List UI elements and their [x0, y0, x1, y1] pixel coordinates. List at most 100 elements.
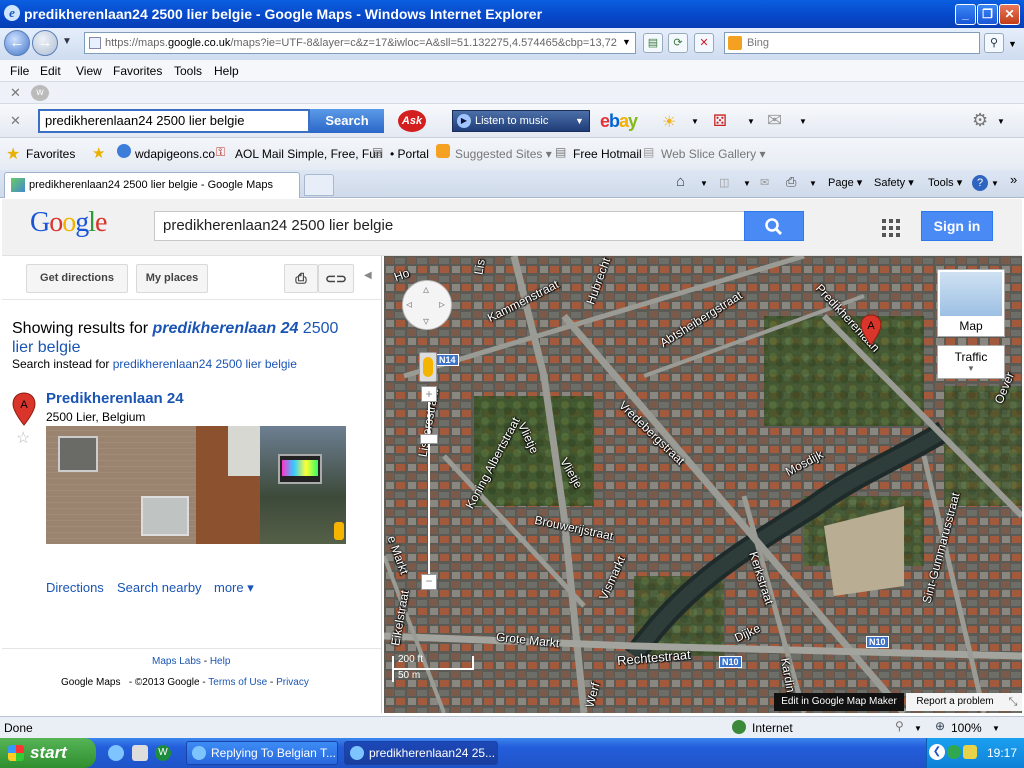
edit-in-map-maker-link[interactable]: Edit in Google Map Maker: [774, 693, 904, 711]
menu-edit[interactable]: Edit: [40, 64, 61, 78]
zoom-dropdown-icon[interactable]: ▼: [992, 724, 1000, 733]
close-ask-toolbar-icon[interactable]: ✕: [10, 113, 21, 129]
print-dropdown-icon[interactable]: ▼: [809, 179, 817, 188]
quicklaunch-wordpress-icon[interactable]: W: [155, 745, 171, 761]
traffic-button[interactable]: Traffic ▼: [937, 345, 1005, 379]
save-star-icon[interactable]: ☆: [16, 428, 30, 448]
protected-mode-dropdown-icon[interactable]: ▼: [914, 724, 922, 733]
google-logo[interactable]: Google: [30, 207, 107, 239]
ask-logo-icon[interactable]: Ask: [398, 110, 426, 132]
feeds-icon[interactable]: ◫: [719, 176, 729, 189]
zoom-icon[interactable]: ⊕: [935, 719, 945, 733]
print-icon[interactable]: ⎙: [786, 174, 796, 190]
menu-favorites[interactable]: Favorites: [113, 64, 162, 78]
maps-labs-link[interactable]: Maps Labs: [152, 656, 201, 667]
games-dice-icon[interactable]: ⚄: [713, 111, 727, 131]
help-icon[interactable]: ?: [972, 175, 988, 191]
forward-button[interactable]: →: [32, 30, 58, 56]
fav-wdapigeons[interactable]: wdapigeons.co: [135, 147, 215, 161]
back-button[interactable]: ←: [4, 30, 30, 56]
tray-network-icon[interactable]: [947, 745, 961, 759]
pan-control[interactable]: ▵ ▿ ◃ ▹: [402, 280, 452, 330]
games-dropdown-icon[interactable]: ▼: [747, 117, 755, 126]
menu-view[interactable]: View: [76, 64, 102, 78]
result-title[interactable]: Predikherenlaan 24: [46, 390, 184, 407]
home-icon[interactable]: ⌂: [676, 173, 685, 190]
print-button[interactable]: ⎙: [284, 264, 318, 293]
sign-in-button[interactable]: Sign in: [921, 211, 993, 241]
mail-icon[interactable]: ✉: [767, 110, 782, 131]
zoom-out-button[interactable]: −: [421, 574, 437, 590]
ask-search-button[interactable]: Search: [310, 109, 384, 133]
close-toolbar-icon[interactable]: ✕: [10, 85, 21, 101]
ebay-button[interactable]: ebay: [600, 111, 638, 132]
fav-suggested-sites[interactable]: Suggested Sites ▾: [455, 147, 552, 161]
refresh-icon[interactable]: ⟳: [668, 33, 688, 53]
street-view-thumbnail[interactable]: [46, 426, 346, 544]
fav-aol-mail[interactable]: AOL Mail Simple, Free, Fun: [235, 147, 383, 161]
home-dropdown-icon[interactable]: ▼: [700, 179, 708, 188]
menu-file[interactable]: File: [10, 64, 29, 78]
address-field[interactable]: https://maps.google.co.uk/maps?ie=UTF-8&…: [84, 32, 636, 54]
new-tab-button[interactable]: [304, 174, 334, 196]
pegman-control[interactable]: [419, 352, 437, 382]
apps-grid-icon[interactable]: [882, 219, 900, 237]
clock[interactable]: 19:17: [987, 746, 1017, 760]
compatibility-view-icon[interactable]: ▤: [643, 33, 663, 53]
privacy-link[interactable]: Privacy: [276, 677, 309, 688]
ask-search-input[interactable]: predikherenlaan24 2500 lier belgie: [38, 109, 310, 133]
zoom-in-button[interactable]: +: [421, 386, 437, 402]
toolbar-logo-icon[interactable]: w: [31, 85, 49, 101]
listen-to-music-button[interactable]: ▶ Listen to music ▼: [452, 110, 590, 132]
zoom-slider-track[interactable]: [428, 402, 430, 576]
settings-gear-icon[interactable]: ⚙: [972, 110, 988, 131]
help-link[interactable]: Help: [210, 656, 231, 667]
fav-web-slice-gallery[interactable]: Web Slice Gallery ▾: [661, 147, 766, 161]
more-link[interactable]: more ▾: [214, 580, 254, 596]
read-mail-icon[interactable]: ✉: [760, 176, 769, 189]
report-a-problem-link[interactable]: Report a problem: [906, 693, 1004, 711]
pan-right-icon[interactable]: ▹: [439, 297, 445, 311]
weather-icon[interactable]: ☀: [662, 112, 676, 132]
address-dropdown-icon[interactable]: ▼: [622, 37, 631, 47]
collapse-panel-icon[interactable]: ◀: [364, 270, 372, 281]
menu-tools[interactable]: Tools: [174, 64, 202, 78]
settings-dropdown-icon[interactable]: ▼: [997, 117, 1005, 126]
search-options-dropdown-icon[interactable]: ▼: [1008, 39, 1017, 49]
pan-up-icon[interactable]: ▵: [423, 282, 429, 296]
stop-icon[interactable]: ✕: [694, 33, 714, 53]
menu-help[interactable]: Help: [214, 64, 239, 78]
pegman-icon[interactable]: [334, 522, 344, 540]
resize-corner-icon[interactable]: ⤡: [1004, 693, 1022, 711]
start-button[interactable]: start: [0, 738, 96, 768]
map-type-button[interactable]: Map: [937, 269, 1005, 337]
showing-bold-link[interactable]: predikherenlaan 24: [153, 320, 299, 337]
help-dropdown-icon[interactable]: ▼: [991, 179, 999, 188]
zoom-level[interactable]: 100%: [951, 721, 982, 735]
search-icon[interactable]: ⚲: [984, 33, 1004, 53]
feeds-dropdown-icon[interactable]: ▼: [743, 179, 751, 188]
mail-dropdown-icon[interactable]: ▼: [799, 117, 807, 126]
map-marker-a-icon[interactable]: A: [860, 314, 882, 346]
tray-security-icon[interactable]: [963, 745, 977, 759]
pan-left-icon[interactable]: ◃: [406, 297, 412, 311]
taskbar-item-replying[interactable]: Replying To Belgian T...: [186, 741, 338, 765]
quicklaunch-ie-icon[interactable]: [108, 745, 124, 761]
tools-menu[interactable]: Tools ▾: [928, 176, 962, 189]
link-button[interactable]: ⊂⊃: [318, 264, 354, 293]
fav-portal[interactable]: • Portal: [390, 147, 429, 161]
taskbar-item-google-maps[interactable]: predikherenlaan24 25...: [344, 741, 498, 765]
directions-link[interactable]: Directions: [46, 580, 104, 595]
result-marker-a-icon[interactable]: A: [12, 392, 36, 426]
zoom-slider-handle[interactable]: [420, 434, 438, 444]
music-dropdown-icon[interactable]: ▼: [575, 111, 584, 131]
search-instead-link[interactable]: predikherenlaan24 2500 lier belgie: [113, 357, 297, 371]
page-menu[interactable]: Page ▾: [828, 176, 862, 189]
google-search-button[interactable]: [744, 211, 804, 241]
traffic-dropdown-icon[interactable]: ▼: [938, 364, 1004, 373]
add-to-favorites-icon[interactable]: ★: [92, 144, 105, 162]
maximize-button[interactable]: ❐: [977, 4, 998, 25]
fav-free-hotmail[interactable]: Free Hotmail: [573, 147, 642, 161]
show-hidden-icons-icon[interactable]: ❮: [929, 744, 945, 760]
safety-menu[interactable]: Safety ▾: [874, 176, 914, 189]
